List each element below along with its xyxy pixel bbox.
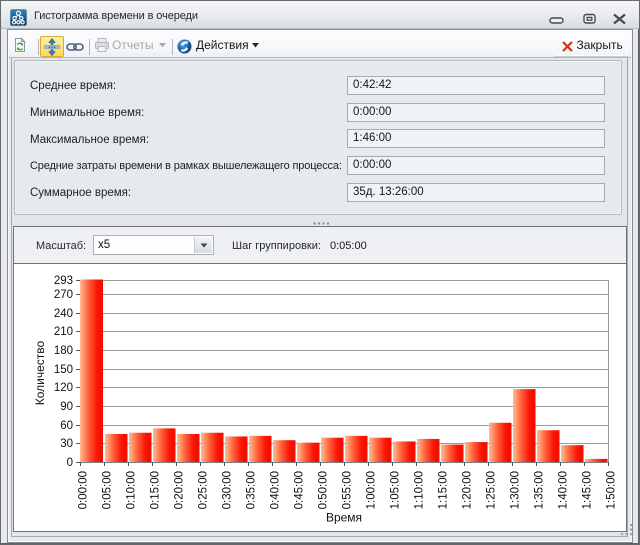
svg-text:1:05:00: 1:05:00 — [390, 471, 402, 509]
svg-text:60: 60 — [60, 420, 73, 432]
svg-text:210: 210 — [54, 326, 73, 338]
svg-text:1:15:00: 1:15:00 — [438, 471, 450, 509]
svg-text:30: 30 — [60, 438, 73, 450]
svg-text:270: 270 — [54, 289, 73, 301]
svg-text:1:10:00: 1:10:00 — [414, 471, 426, 509]
svg-text:1:30:00: 1:30:00 — [510, 471, 522, 509]
svg-text:Количество: Количество — [33, 340, 47, 405]
svg-text:1:00:00: 1:00:00 — [366, 471, 378, 509]
svg-text:240: 240 — [54, 308, 73, 320]
svg-text:1:35:00: 1:35:00 — [534, 471, 546, 509]
svg-text:0:00:00: 0:00:00 — [78, 471, 90, 509]
svg-text:0:25:00: 0:25:00 — [198, 471, 210, 509]
svg-text:1:45:00: 1:45:00 — [582, 471, 594, 509]
svg-text:293: 293 — [54, 275, 73, 287]
svg-text:0:45:00: 0:45:00 — [294, 471, 306, 509]
svg-text:0:30:00: 0:30:00 — [222, 471, 234, 509]
svg-text:1:40:00: 1:40:00 — [558, 471, 570, 509]
svg-text:1:20:00: 1:20:00 — [462, 471, 474, 509]
svg-text:90: 90 — [60, 401, 73, 413]
svg-text:0: 0 — [67, 457, 73, 469]
svg-text:0:40:00: 0:40:00 — [270, 471, 282, 509]
svg-text:0:55:00: 0:55:00 — [342, 471, 354, 509]
svg-text:0:50:00: 0:50:00 — [318, 471, 330, 509]
svg-text:0:05:00: 0:05:00 — [102, 471, 114, 509]
svg-text:0:35:00: 0:35:00 — [246, 471, 258, 509]
svg-text:120: 120 — [54, 382, 73, 394]
svg-text:0:20:00: 0:20:00 — [174, 471, 186, 509]
svg-text:Время: Время — [326, 511, 362, 525]
svg-text:1:50:00: 1:50:00 — [606, 471, 618, 509]
svg-text:0:15:00: 0:15:00 — [150, 471, 162, 509]
svg-text:180: 180 — [54, 345, 73, 357]
svg-text:150: 150 — [54, 364, 73, 376]
svg-text:0:10:00: 0:10:00 — [126, 471, 138, 509]
svg-text:1:25:00: 1:25:00 — [486, 471, 498, 509]
